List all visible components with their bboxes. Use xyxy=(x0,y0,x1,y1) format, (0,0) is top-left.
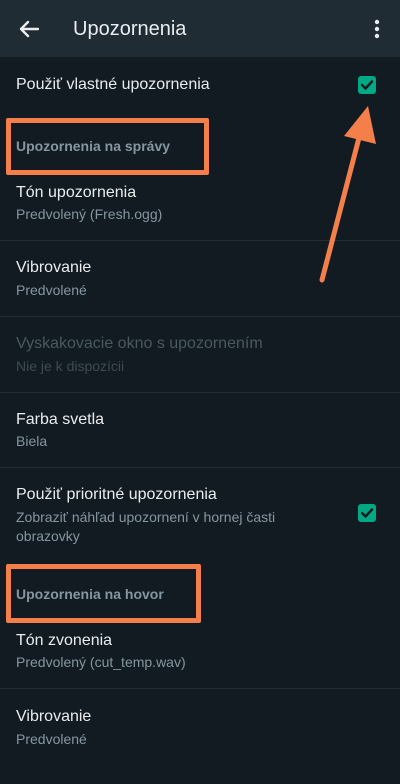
priority-notifications-checkbox[interactable] xyxy=(358,504,376,522)
light-color-value: Biela xyxy=(16,433,48,449)
light-color-title: Farba svetla xyxy=(16,411,105,428)
message-tone-value: Predvolený (Fresh.ogg) xyxy=(16,206,163,222)
back-button[interactable] xyxy=(14,14,44,44)
ringtone-title: Tón zvonenia xyxy=(16,632,113,649)
highlight-box-calls xyxy=(6,564,201,623)
ringtone-value: Predvolený (cut_temp.wav) xyxy=(16,654,186,670)
message-tone-title: Tón upozornenia xyxy=(16,184,137,201)
message-vibrate-title: Vibrovanie xyxy=(16,259,92,276)
annotation-arrow-icon xyxy=(319,106,376,283)
priority-notifications-row[interactable]: Použiť prioritné upozornenia Zobraziť ná… xyxy=(0,468,400,558)
message-vibrate-value: Predvolené xyxy=(16,282,87,298)
page-title: Upozornenia xyxy=(73,18,187,40)
call-vibrate-title: Vibrovanie xyxy=(16,708,92,725)
light-color-row[interactable]: Farba svetla Biela xyxy=(0,393,400,467)
priority-notifications-value: Zobraziť náhľad upozornení v hornej čast… xyxy=(16,509,276,544)
call-vibrate-row[interactable]: Vibrovanie Predvolené xyxy=(0,689,400,764)
popup-notification-row: Vyskakovacie okno s upozornením Nie je k… xyxy=(0,317,400,392)
popup-notification-value: Nie je k dispozícii xyxy=(16,358,125,374)
call-vibrate-value: Predvolené xyxy=(16,731,87,747)
highlight-box-messages xyxy=(6,118,209,175)
priority-notifications-title: Použiť prioritné upozornenia xyxy=(16,486,217,503)
custom-notifications-checkbox[interactable] xyxy=(358,76,376,94)
arrow-left-icon xyxy=(19,20,39,38)
app-bar: Upozornenia xyxy=(0,0,400,57)
checkmark-icon xyxy=(360,80,374,90)
custom-notifications-label: Použiť vlastné upozornenia xyxy=(16,76,210,93)
popup-notification-title: Vyskakovacie okno s upozornením xyxy=(16,335,263,352)
ringtone-row[interactable]: Tón zvonenia Predvolený (cut_temp.wav) xyxy=(0,618,400,688)
checkmark-icon xyxy=(360,508,374,518)
more-options-button[interactable] xyxy=(364,14,390,44)
more-vertical-icon xyxy=(374,19,380,39)
